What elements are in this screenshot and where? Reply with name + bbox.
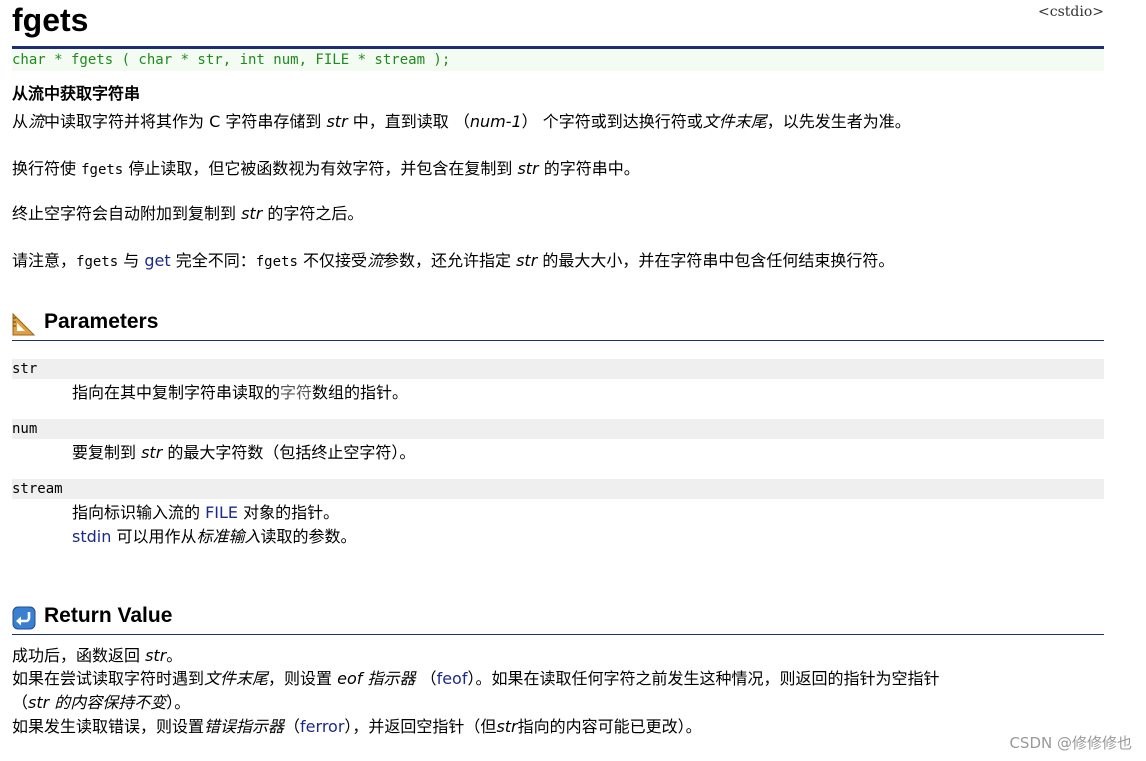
text: 。	[166, 646, 183, 665]
text: 读取的参数。	[260, 527, 357, 546]
stdin-link[interactable]: stdin	[72, 527, 111, 546]
text: 如果在尝试读取字符时遇到	[12, 669, 205, 688]
text: 指向标识输入流的	[72, 503, 206, 522]
text: 流	[28, 112, 45, 131]
text: 中读取字符并将其作为 C 字符串存储到	[44, 112, 327, 131]
text: 流	[366, 251, 383, 270]
header-reference[interactable]: <cstdio>	[1038, 4, 1104, 20]
ruler-triangle-icon	[12, 312, 36, 336]
parameters-heading: Parameters	[44, 310, 159, 333]
param-desc-num: 要复制到 str 的最大字符数（包括终止空字符）。	[72, 441, 415, 465]
text: 数组的指针。	[312, 383, 409, 402]
text: 如果发生读取错误，则设置	[12, 717, 205, 736]
text: 不仅接受	[297, 251, 367, 270]
text: 的字符串中。	[538, 159, 640, 178]
param-desc-stream-2: stdin 可以用作从标准输入读取的参数。	[72, 525, 356, 549]
feof-link[interactable]: feof	[437, 669, 468, 688]
text: 成功后，函数返回	[12, 646, 146, 665]
text: 错误指示器	[204, 717, 285, 736]
text: 文件末尾	[702, 112, 767, 131]
text: 从	[12, 112, 29, 131]
description-p3: 终止空字符会自动附加到复制到 str 的字符之后。	[12, 202, 363, 226]
ferror-link[interactable]: ferror	[300, 717, 344, 736]
text: str	[241, 204, 263, 223]
text: 换行符使	[12, 159, 82, 178]
text: str	[145, 646, 167, 665]
param-name-str: str	[12, 359, 1104, 379]
description-p2: 换行符使 fgets 停止读取，但它被函数视为有效字符，并包含在复制到 str …	[12, 157, 640, 182]
return-line-2: 如果在尝试读取字符时遇到文件末尾，则设置 eof 指示器 （feof）。如果在读…	[12, 667, 940, 691]
return-arrow-icon	[12, 606, 36, 630]
text: 完全不同：	[170, 251, 256, 270]
text: 对象的指针。	[238, 503, 340, 522]
text: str	[516, 251, 538, 270]
text: ） 个字符或到达换行符或	[521, 112, 703, 131]
text: ）。如果在读取任何字符之前发生这种情况，则返回的指针为空指针	[467, 669, 940, 688]
description-p1: 从流中读取字符并将其作为 C 字符串存储到 str 中，直到读取 （num-1）…	[12, 110, 911, 134]
text: 指向在其中复制字符串读取的	[72, 383, 281, 402]
text: str	[496, 717, 518, 736]
return-line-1: 成功后，函数返回 str。	[12, 644, 182, 668]
page-title: fgets	[12, 2, 89, 38]
text: 可以用作从	[111, 527, 197, 546]
return-line-4: 如果发生读取错误，则设置错误指示器（ferror），并返回空指针（但str指向的…	[12, 715, 702, 739]
text: （	[284, 717, 301, 736]
code: fgets	[81, 162, 124, 178]
text: ，以先发生者为准。	[766, 112, 911, 131]
text: ，则设置	[268, 669, 338, 688]
text: str	[326, 112, 348, 131]
text: 终止空字符会自动附加到复制到	[12, 204, 242, 223]
text: 文件末尾	[204, 669, 269, 688]
char-link[interactable]: 字符	[280, 383, 312, 402]
text: （	[12, 693, 29, 712]
text: 的字符之后。	[262, 204, 364, 223]
param-name-stream: stream	[12, 479, 1104, 499]
text: str	[517, 159, 539, 178]
text: 请注意，	[12, 251, 77, 270]
text: 指向的内容可能已更改）。	[517, 717, 702, 736]
code: fgets	[255, 254, 298, 270]
param-name-num: num	[12, 419, 1104, 439]
text: 中，直到读取 （	[347, 112, 470, 131]
text: str	[141, 443, 163, 462]
text: 参数，还允许指定	[383, 251, 517, 270]
return-value-heading: Return Value	[44, 604, 173, 627]
text: （	[415, 669, 437, 688]
text: ），并返回空指针（但	[344, 717, 497, 736]
text: 停止读取，但它被函数视为有效字符，并包含在复制到	[123, 159, 518, 178]
text: 的最大字符数（包括终止空字符）。	[162, 443, 416, 462]
code: fgets	[76, 254, 119, 270]
text: 与	[118, 251, 145, 270]
description-p4: 请注意，fgets 与 get 完全不同：fgets 不仅接受流参数，还允许指定…	[12, 249, 894, 274]
get-link[interactable]: get	[144, 251, 170, 270]
text: eof 指示器	[337, 669, 416, 688]
function-prototype: char * fgets ( char * str, int num, FILE…	[12, 49, 1104, 71]
return-section-header: Return Value	[12, 604, 1104, 635]
text: num-1	[469, 112, 522, 131]
parameters-section-header: Parameters	[12, 310, 1104, 341]
return-line-3: （str 的内容保持不变）。	[12, 691, 190, 715]
text: 标准输入	[196, 527, 261, 546]
text: str 的内容保持不变	[28, 693, 167, 712]
summary: 从流中获取字符串	[12, 84, 141, 103]
file-link[interactable]: FILE	[205, 503, 238, 522]
text: ）。	[166, 693, 191, 712]
param-desc-stream: 指向标识输入流的 FILE 对象的指针。	[72, 501, 339, 525]
text: 的最大大小，并在字符串中包含任何结束换行符。	[537, 251, 895, 270]
watermark: CSDN @修修修也	[1009, 734, 1132, 752]
text: 要复制到	[72, 443, 142, 462]
param-desc-str: 指向在其中复制字符串读取的字符数组的指针。	[72, 381, 408, 405]
